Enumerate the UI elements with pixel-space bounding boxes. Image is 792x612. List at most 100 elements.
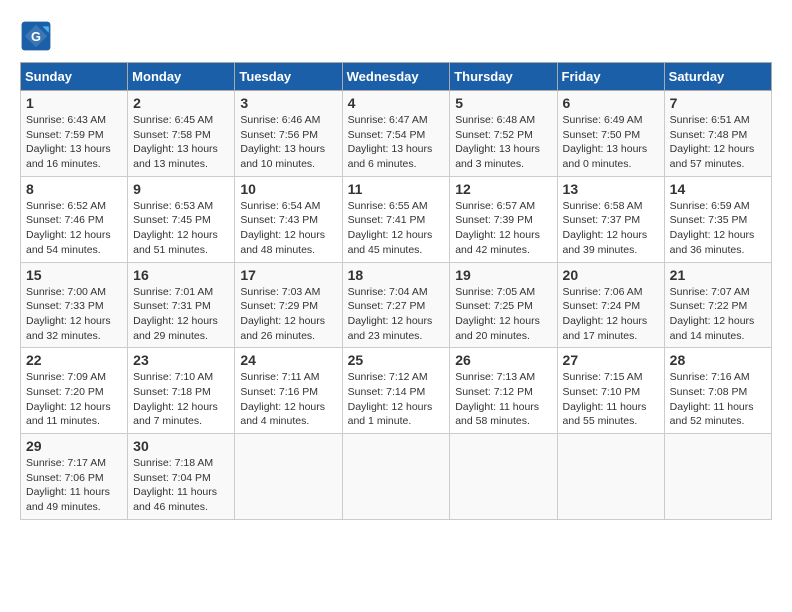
day-detail: Sunrise: 6:58 AMSunset: 7:37 PMDaylight:… xyxy=(563,199,659,258)
day-detail: Sunrise: 7:12 AMSunset: 7:14 PMDaylight:… xyxy=(348,370,445,429)
calendar-cell: 21Sunrise: 7:07 AMSunset: 7:22 PMDayligh… xyxy=(664,262,771,348)
day-detail: Sunrise: 7:13 AMSunset: 7:12 PMDaylight:… xyxy=(455,370,551,429)
calendar-week-2: 8 Sunrise: 6:52 AMSunset: 7:46 PMDaylight… xyxy=(21,176,772,262)
day-number: 15 xyxy=(26,267,122,283)
calendar-cell: 19 Sunrise: 7:05 AMSunset: 7:25 PMDayligh… xyxy=(450,262,557,348)
day-detail: Sunrise: 7:05 AMSunset: 7:25 PMDaylight:… xyxy=(455,285,551,344)
day-detail: Sunrise: 6:43 AMSunset: 7:59 PMDaylight:… xyxy=(26,113,122,172)
calendar-week-5: 29 Sunrise: 7:17 AMSunset: 7:06 PMDayligh… xyxy=(21,434,772,520)
day-number: 11 xyxy=(348,181,445,197)
day-number: 30 xyxy=(133,438,229,454)
calendar-week-3: 15 Sunrise: 7:00 AMSunset: 7:33 PMDayligh… xyxy=(21,262,772,348)
calendar-cell: 29 Sunrise: 7:17 AMSunset: 7:06 PMDayligh… xyxy=(21,434,128,520)
day-number: 4 xyxy=(348,95,445,111)
day-detail: Sunrise: 7:18 AMSunset: 7:04 PMDaylight:… xyxy=(133,456,229,515)
calendar-cell: 23Sunrise: 7:10 AMSunset: 7:18 PMDayligh… xyxy=(128,348,235,434)
calendar-cell: 24 Sunrise: 7:11 AMSunset: 7:16 PMDayligh… xyxy=(235,348,342,434)
calendar-cell: 25 Sunrise: 7:12 AMSunset: 7:14 PMDayligh… xyxy=(342,348,450,434)
calendar-cell: 4 Sunrise: 6:47 AMSunset: 7:54 PMDaylight… xyxy=(342,91,450,177)
calendar-cell: 10Sunrise: 6:54 AMSunset: 7:43 PMDayligh… xyxy=(235,176,342,262)
day-number: 24 xyxy=(240,352,336,368)
svg-text:G: G xyxy=(31,29,41,44)
day-number: 1 xyxy=(26,95,122,111)
header-sunday: Sunday xyxy=(21,63,128,91)
day-detail: Sunrise: 6:46 AMSunset: 7:56 PMDaylight:… xyxy=(240,113,336,172)
calendar-cell: 20 Sunrise: 7:06 AMSunset: 7:24 PMDayligh… xyxy=(557,262,664,348)
calendar-cell: 7 Sunrise: 6:51 AMSunset: 7:48 PMDaylight… xyxy=(664,91,771,177)
header-wednesday: Wednesday xyxy=(342,63,450,91)
day-detail: Sunrise: 6:47 AMSunset: 7:54 PMDaylight:… xyxy=(348,113,445,172)
day-number: 22 xyxy=(26,352,122,368)
calendar-cell: 13 Sunrise: 6:58 AMSunset: 7:37 PMDayligh… xyxy=(557,176,664,262)
calendar-week-1: 1 Sunrise: 6:43 AMSunset: 7:59 PMDaylight… xyxy=(21,91,772,177)
day-detail: Sunrise: 7:11 AMSunset: 7:16 PMDaylight:… xyxy=(240,370,336,429)
day-number: 2 xyxy=(133,95,229,111)
day-number: 5 xyxy=(455,95,551,111)
calendar-cell: 27Sunrise: 7:15 AMSunset: 7:10 PMDayligh… xyxy=(557,348,664,434)
header-tuesday: Tuesday xyxy=(235,63,342,91)
header-thursday: Thursday xyxy=(450,63,557,91)
day-number: 19 xyxy=(455,267,551,283)
calendar-cell: 8 Sunrise: 6:52 AMSunset: 7:46 PMDaylight… xyxy=(21,176,128,262)
day-detail: Sunrise: 6:51 AMSunset: 7:48 PMDaylight:… xyxy=(670,113,766,172)
day-number: 29 xyxy=(26,438,122,454)
day-detail: Sunrise: 6:52 AMSunset: 7:46 PMDaylight:… xyxy=(26,199,122,258)
header-saturday: Saturday xyxy=(664,63,771,91)
calendar-table: SundayMondayTuesdayWednesdayThursdayFrid… xyxy=(20,62,772,520)
day-detail: Sunrise: 6:55 AMSunset: 7:41 PMDaylight:… xyxy=(348,199,445,258)
calendar-cell: 16 Sunrise: 7:01 AMSunset: 7:31 PMDayligh… xyxy=(128,262,235,348)
day-number: 23 xyxy=(133,352,229,368)
calendar-cell xyxy=(342,434,450,520)
day-number: 3 xyxy=(240,95,336,111)
day-detail: Sunrise: 7:00 AMSunset: 7:33 PMDaylight:… xyxy=(26,285,122,344)
calendar-cell: 18Sunrise: 7:04 AMSunset: 7:27 PMDayligh… xyxy=(342,262,450,348)
day-detail: Sunrise: 6:59 AMSunset: 7:35 PMDaylight:… xyxy=(670,199,766,258)
day-detail: Sunrise: 7:06 AMSunset: 7:24 PMDaylight:… xyxy=(563,285,659,344)
day-detail: Sunrise: 6:48 AMSunset: 7:52 PMDaylight:… xyxy=(455,113,551,172)
day-number: 6 xyxy=(563,95,659,111)
day-number: 26 xyxy=(455,352,551,368)
day-number: 27 xyxy=(563,352,659,368)
day-number: 25 xyxy=(348,352,445,368)
calendar-cell: 12Sunrise: 6:57 AMSunset: 7:39 PMDayligh… xyxy=(450,176,557,262)
page-header: G xyxy=(20,20,772,52)
day-detail: Sunrise: 7:03 AMSunset: 7:29 PMDaylight:… xyxy=(240,285,336,344)
calendar-cell: 14 Sunrise: 6:59 AMSunset: 7:35 PMDayligh… xyxy=(664,176,771,262)
header-friday: Friday xyxy=(557,63,664,91)
calendar-cell: 5 Sunrise: 6:48 AMSunset: 7:52 PMDaylight… xyxy=(450,91,557,177)
day-number: 7 xyxy=(670,95,766,111)
calendar-cell: 15 Sunrise: 7:00 AMSunset: 7:33 PMDayligh… xyxy=(21,262,128,348)
day-number: 16 xyxy=(133,267,229,283)
calendar-header-row: SundayMondayTuesdayWednesdayThursdayFrid… xyxy=(21,63,772,91)
day-number: 14 xyxy=(670,181,766,197)
day-number: 28 xyxy=(670,352,766,368)
calendar-cell: 2 Sunrise: 6:45 AMSunset: 7:58 PMDaylight… xyxy=(128,91,235,177)
calendar-cell: 28 Sunrise: 7:16 AMSunset: 7:08 PMDayligh… xyxy=(664,348,771,434)
calendar-cell: 9 Sunrise: 6:53 AMSunset: 7:45 PMDaylight… xyxy=(128,176,235,262)
day-number: 20 xyxy=(563,267,659,283)
calendar-cell: 11 Sunrise: 6:55 AMSunset: 7:41 PMDayligh… xyxy=(342,176,450,262)
day-detail: Sunrise: 7:01 AMSunset: 7:31 PMDaylight:… xyxy=(133,285,229,344)
day-number: 17 xyxy=(240,267,336,283)
day-number: 8 xyxy=(26,181,122,197)
day-detail: Sunrise: 6:57 AMSunset: 7:39 PMDaylight:… xyxy=(455,199,551,258)
day-detail: Sunrise: 7:07 AMSunset: 7:22 PMDaylight:… xyxy=(670,285,766,344)
day-number: 9 xyxy=(133,181,229,197)
calendar-cell xyxy=(557,434,664,520)
day-detail: Sunrise: 6:45 AMSunset: 7:58 PMDaylight:… xyxy=(133,113,229,172)
day-detail: Sunrise: 7:17 AMSunset: 7:06 PMDaylight:… xyxy=(26,456,122,515)
calendar-cell: 6 Sunrise: 6:49 AMSunset: 7:50 PMDaylight… xyxy=(557,91,664,177)
day-number: 10 xyxy=(240,181,336,197)
day-detail: Sunrise: 7:09 AMSunset: 7:20 PMDaylight:… xyxy=(26,370,122,429)
day-number: 13 xyxy=(563,181,659,197)
logo-icon: G xyxy=(20,20,52,52)
calendar-cell: 22 Sunrise: 7:09 AMSunset: 7:20 PMDayligh… xyxy=(21,348,128,434)
day-detail: Sunrise: 6:53 AMSunset: 7:45 PMDaylight:… xyxy=(133,199,229,258)
header-monday: Monday xyxy=(128,63,235,91)
day-detail: Sunrise: 6:49 AMSunset: 7:50 PMDaylight:… xyxy=(563,113,659,172)
calendar-cell: 1 Sunrise: 6:43 AMSunset: 7:59 PMDaylight… xyxy=(21,91,128,177)
day-detail: Sunrise: 7:16 AMSunset: 7:08 PMDaylight:… xyxy=(670,370,766,429)
day-detail: Sunrise: 7:04 AMSunset: 7:27 PMDaylight:… xyxy=(348,285,445,344)
calendar-week-4: 22 Sunrise: 7:09 AMSunset: 7:20 PMDayligh… xyxy=(21,348,772,434)
logo: G xyxy=(20,20,54,52)
